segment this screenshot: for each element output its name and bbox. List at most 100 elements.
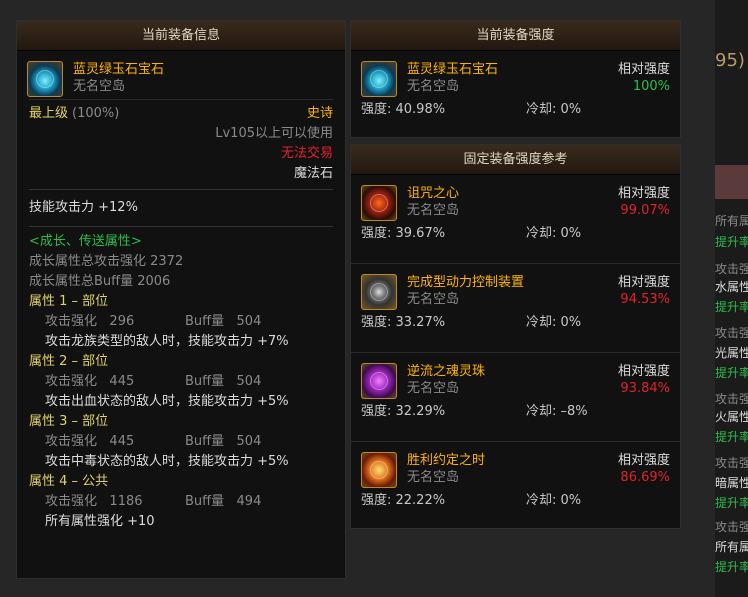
attribute-desc: 所有属性强化 +10	[45, 514, 155, 529]
reference-item[interactable]: 胜利约定之时 无名空岛 相对强度 86.69% 强度: 22.22% 冷却: 0…	[351, 442, 680, 531]
strength-value: 强度: 40.98%	[361, 102, 446, 117]
cooldown-value: 冷却: 0%	[526, 315, 582, 330]
panel-title: 当前装备强度	[351, 21, 680, 51]
background-text: 攻击强	[715, 326, 748, 340]
attack-value: 445	[109, 374, 135, 389]
buff-label: Buff量	[185, 434, 225, 449]
background-snippet: 95)	[715, 50, 745, 71]
item-source: 无名空岛	[407, 292, 460, 307]
buff-label: Buff量	[185, 374, 225, 389]
curse-heart-icon	[361, 185, 397, 221]
buff-value: 494	[236, 494, 262, 509]
item-source: 无名空岛	[73, 79, 126, 94]
growth-title: <成长、传送属性>	[29, 234, 142, 249]
item-name: 蓝灵绿玉石宝石	[73, 62, 165, 77]
buff-label: Buff量	[185, 494, 225, 509]
strength-value: 强度: 32.29%	[361, 404, 446, 419]
background-text: 攻击强	[715, 520, 748, 534]
background-text: 火属性	[715, 410, 748, 424]
buff-value: 504	[236, 374, 262, 389]
cooldown-value: 冷却: 0%	[526, 102, 582, 117]
attribute-title: 属性 3 – 部位	[29, 414, 109, 429]
background-text: 所有属	[715, 214, 748, 228]
item-source: 无名空岛	[407, 203, 460, 218]
buff-label: Buff量	[185, 314, 225, 329]
relative-strength-label: 相对强度	[617, 275, 670, 290]
growth-attack-total: 成长属性总攻击强化 2372	[29, 254, 184, 269]
gem-icon	[361, 61, 397, 97]
relative-strength-value: 94.53%	[620, 292, 670, 307]
background-text: 提升率	[715, 560, 748, 574]
attack-label: 攻击强化	[45, 314, 98, 329]
item-type: 魔法石	[293, 166, 333, 181]
gem-icon	[27, 61, 63, 97]
panel-title: 当前装备信息	[17, 21, 345, 51]
reference-item[interactable]: 逆流之魂灵珠 无名空岛 相对强度 93.84% 强度: 32.29% 冷却: –…	[351, 353, 680, 442]
power-control-icon	[361, 274, 397, 310]
background-text: 所有属	[715, 540, 748, 554]
reference-item[interactable]: 诅咒之心 无名空岛 相对强度 99.07% 强度: 39.67% 冷却: 0%	[351, 175, 680, 264]
background-text: 提升率	[715, 235, 748, 249]
attack-label: 攻击强化	[45, 374, 98, 389]
strength-value: 强度: 22.22%	[361, 493, 446, 508]
relative-strength-label: 相对强度	[617, 62, 670, 77]
buff-value: 504	[236, 314, 262, 329]
item-name: 完成型动力控制装置	[407, 275, 525, 290]
item-source: 无名空岛	[407, 470, 460, 485]
background-text: 攻击强	[715, 392, 748, 406]
cooldown-value: 冷却: 0%	[526, 493, 582, 508]
item-name: 胜利约定之时	[407, 453, 486, 468]
cooldown-value: 冷却: –8%	[526, 404, 588, 419]
level-requirement: Lv105以上可以使用	[215, 126, 333, 141]
grade-percent: (100%)	[72, 106, 120, 121]
strength-value: 强度: 33.27%	[361, 315, 446, 330]
trade-restriction: 无法交易	[280, 146, 333, 161]
item-header: 蓝灵绿玉石宝石 无名空岛	[17, 51, 345, 99]
relative-strength-label: 相对强度	[617, 364, 670, 379]
attribute-desc: 攻击出血状态的敌人时，技能攻击力 +5%	[45, 394, 289, 409]
relative-strength-value: 100%	[632, 79, 670, 94]
attack-label: 攻击强化	[45, 494, 98, 509]
cooldown-value: 冷却: 0%	[526, 226, 582, 241]
strength-value: 强度: 39.67%	[361, 226, 446, 241]
relative-strength-label: 相对强度	[617, 186, 670, 201]
soul-orb-icon	[361, 363, 397, 399]
relative-strength-value: 86.69%	[620, 470, 670, 485]
background-text: 光属性	[715, 346, 748, 360]
background-text: 提升率	[715, 366, 748, 380]
attack-value: 445	[109, 434, 135, 449]
background-text: 攻击强	[715, 456, 748, 470]
background-text: 暗属性	[715, 476, 748, 490]
rarity-label: 史诗	[306, 106, 333, 121]
item-source: 无名空岛	[407, 381, 460, 396]
background-text: 攻击强	[715, 262, 748, 276]
stat-row: 强度: 40.98% 冷却: 0%	[351, 99, 680, 121]
current-equipment-info-panel: 当前装备信息 蓝灵绿玉石宝石 无名空岛 最上级 (100%) 史诗 Lv105以…	[16, 20, 346, 579]
fixed-equipment-reference-panel: 固定装备强度参考 诅咒之心 无名空岛 相对强度 99.07% 强度: 39.67…	[350, 144, 681, 529]
victory-promise-icon	[361, 452, 397, 488]
relative-strength-label: 相对强度	[617, 453, 670, 468]
attribute-desc: 攻击中毒状态的敌人时，技能攻击力 +5%	[45, 454, 289, 469]
background-page: 95) 所有属 提升率 攻击强 水属性 提升率 攻击强 光属性 提升率 攻击强 …	[715, 0, 748, 597]
item-header: 蓝灵绿玉石宝石 无名空岛 相对强度 100%	[351, 51, 680, 99]
attribute-2: 属性 2 – 部位 攻击强化 445 Buff量 504 攻击出血状态的敌人时，…	[17, 352, 345, 412]
item-source: 无名空岛	[407, 79, 460, 94]
attribute-title: 属性 2 – 部位	[29, 354, 109, 369]
attribute-desc: 攻击龙族类型的敌人时，技能攻击力 +7%	[45, 334, 289, 349]
item-name: 蓝灵绿玉石宝石	[407, 62, 499, 77]
background-text: 提升率	[715, 430, 748, 444]
item-name: 诅咒之心	[407, 186, 460, 201]
item-name: 逆流之魂灵珠	[407, 364, 486, 379]
background-text: 水属性	[715, 280, 748, 294]
current-strength-panel: 当前装备强度 蓝灵绿玉石宝石 无名空岛 相对强度 100% 强度: 40.98%…	[350, 20, 681, 138]
buff-value: 504	[236, 434, 262, 449]
attribute-4: 属性 4 – 公共 攻击强化 1186 Buff量 494 所有属性强化 +10	[17, 472, 345, 532]
grade-row: 最上级 (100%) 史诗	[17, 104, 345, 124]
attribute-title: 属性 1 – 部位	[29, 294, 109, 309]
grade-label: 最上级	[29, 106, 69, 121]
relative-strength-value: 99.07%	[620, 203, 670, 218]
attack-label: 攻击强化	[45, 434, 98, 449]
attack-value: 1186	[109, 494, 143, 509]
relative-strength-value: 93.84%	[620, 381, 670, 396]
reference-item[interactable]: 完成型动力控制装置 无名空岛 相对强度 94.53% 强度: 33.27% 冷却…	[351, 264, 680, 353]
